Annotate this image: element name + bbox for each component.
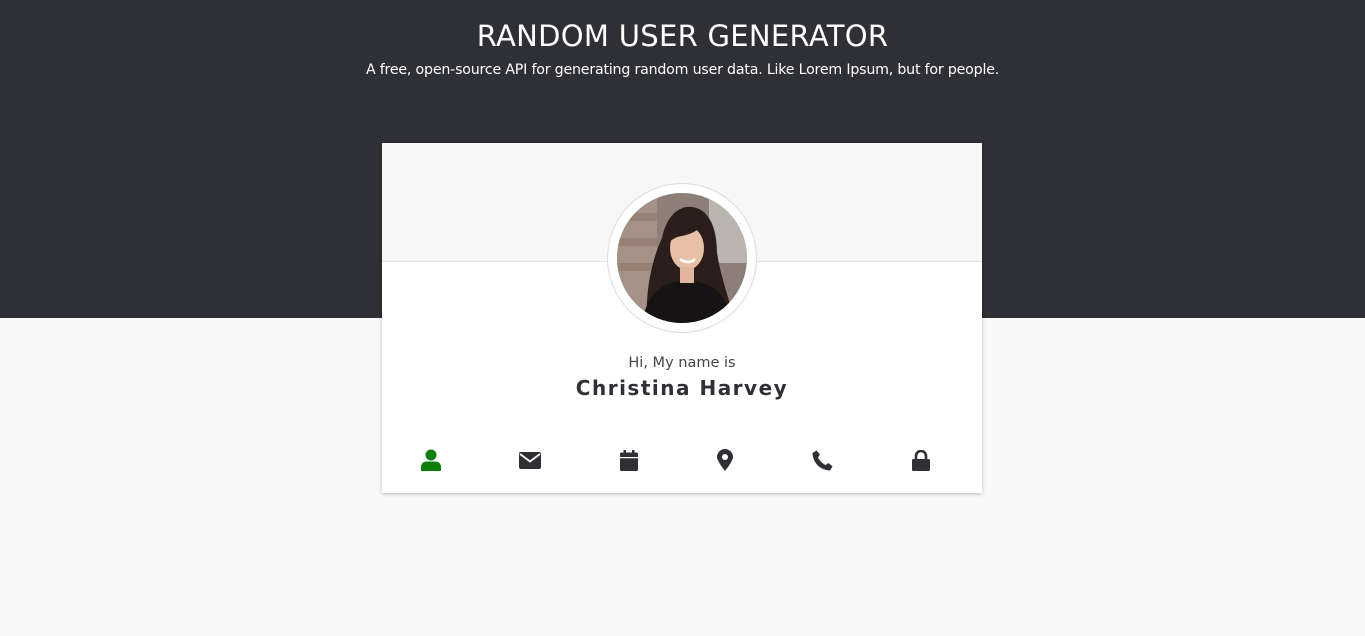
- avatar: [617, 193, 747, 323]
- avatar-photo: [617, 193, 747, 323]
- person-icon: [421, 449, 441, 471]
- user-title: Hi, My name is: [628, 355, 736, 371]
- location-tab[interactable]: [708, 443, 742, 477]
- envelope-icon: [519, 451, 541, 469]
- avatar-frame: [607, 183, 757, 333]
- phone-tab[interactable]: [805, 443, 839, 477]
- site-title: RANDOM USER GENERATOR: [476, 19, 889, 53]
- user-card: Hi, My name is Christina Harvey: [382, 143, 982, 493]
- email-tab[interactable]: [513, 443, 547, 477]
- map-marker-icon: [717, 449, 733, 471]
- birthday-tab[interactable]: [612, 443, 646, 477]
- values-list: [382, 443, 982, 477]
- name-tab[interactable]: [414, 443, 448, 477]
- calendar-icon: [620, 449, 638, 471]
- phone-icon: [812, 450, 832, 470]
- lock-icon: [912, 449, 930, 471]
- user-value: Christina Harvey: [575, 376, 789, 400]
- password-tab[interactable]: [904, 443, 938, 477]
- site-subtitle: A free, open-source API for generating r…: [365, 62, 1000, 78]
